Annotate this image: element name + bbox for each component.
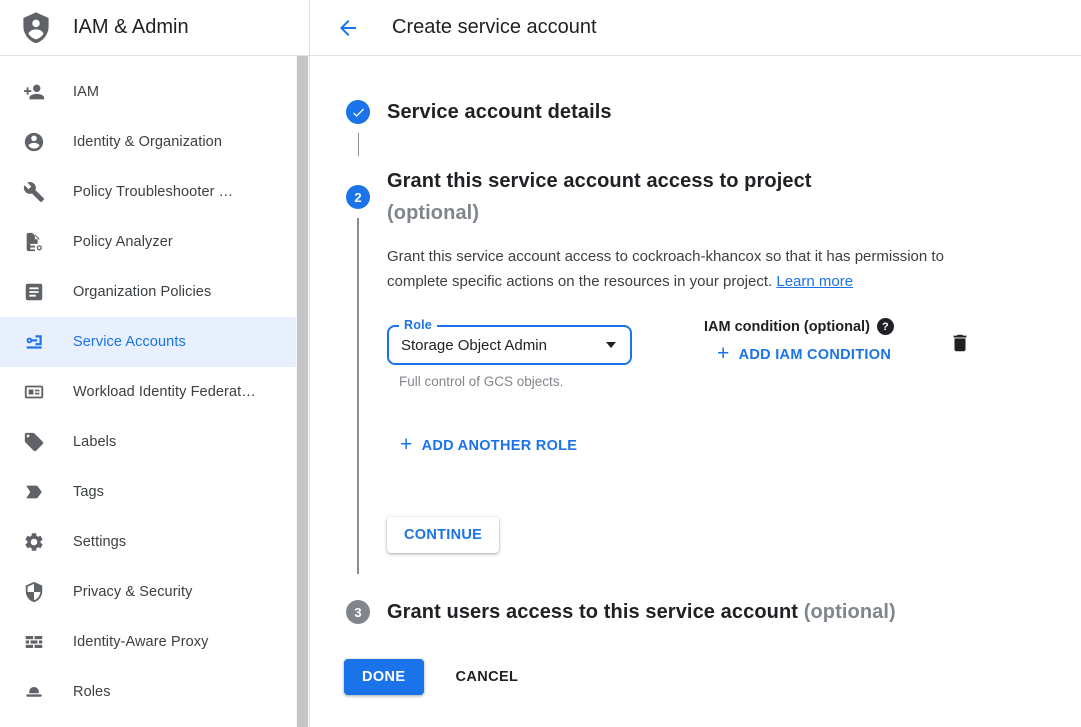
sidebar-item-label: Policy Analyzer: [73, 234, 173, 250]
sidebar-item-iam[interactable]: IAM: [0, 67, 297, 117]
service-account-key-icon: [23, 331, 45, 353]
step-2-number-badge: 2: [346, 185, 370, 209]
account-circle-icon: [23, 131, 45, 153]
step-1-service-account-details: Service account details: [346, 100, 1081, 124]
iam-condition-block: IAM condition (optional) ? + ADD IAM CON…: [704, 318, 894, 389]
wrench-icon: [23, 181, 45, 203]
iam-condition-label: IAM condition (optional): [704, 319, 870, 335]
sidebar-item-roles[interactable]: Roles: [0, 667, 297, 717]
role-select-label: Role: [399, 318, 437, 332]
step-2-description: Grant this service account access to coc…: [387, 244, 981, 294]
tag-arrow-icon: [23, 481, 45, 503]
sidebar-item-label: Roles: [73, 684, 111, 700]
sidebar-item-settings[interactable]: Settings: [0, 517, 297, 567]
back-arrow-icon[interactable]: [336, 16, 360, 40]
sidebar-item-service-accounts[interactable]: Service Accounts: [0, 317, 297, 367]
policy-analyzer-icon: [23, 231, 45, 253]
role-helper-text: Full control of GCS objects.: [387, 374, 632, 389]
step-2-optional-label: (optional): [387, 197, 981, 229]
sidebar-item-label: IAM: [73, 84, 99, 100]
delete-role-trash-icon[interactable]: [949, 332, 973, 356]
label-tag-icon: [23, 431, 45, 453]
person-add-icon: [23, 81, 45, 103]
role-field-group: Role Storage Object Admin Full control o…: [387, 325, 632, 389]
step-connector-line: [357, 218, 359, 574]
step-2-heading: Grant this service account access to pro…: [387, 165, 981, 229]
sidebar-item-label: Settings: [73, 534, 126, 550]
sidebar-item-label: Policy Troubleshooter …: [73, 184, 233, 200]
sidebar-item-label: Organization Policies: [73, 284, 211, 300]
sidebar-item-tags[interactable]: Tags: [0, 467, 297, 517]
hat-icon: [23, 681, 45, 703]
sidebar-item-identity-organization[interactable]: Identity & Organization: [0, 117, 297, 167]
top-app-bar: IAM & Admin Create service account: [0, 0, 1081, 56]
plus-icon: +: [400, 434, 413, 455]
role-select-value: Storage Object Admin: [401, 337, 547, 354]
iam-admin-shield-logo-icon: [17, 8, 54, 48]
product-header: IAM & Admin: [0, 0, 310, 55]
page-title: Create service account: [392, 16, 597, 39]
step-3-number-badge: 3: [346, 600, 370, 624]
sidebar-item-labels[interactable]: Labels: [0, 417, 297, 467]
sidebar-scrollbar-thumb[interactable]: [297, 56, 308, 727]
sidebar-item-privacy-security[interactable]: Privacy & Security: [0, 567, 297, 617]
proxy-wall-icon: [23, 631, 45, 653]
step-1-title: Service account details: [387, 101, 612, 124]
step-connector-line: [358, 133, 360, 156]
shield-half-icon: [23, 581, 45, 603]
footer-actions: DONE CANCEL: [344, 659, 1081, 695]
step-2-grant-access: 2 Grant this service account access to p…: [346, 165, 1081, 574]
badge-card-icon: [23, 381, 45, 403]
sidebar-item-label: Tags: [73, 484, 104, 500]
org-policies-icon: [23, 281, 45, 303]
add-another-role-button[interactable]: + ADD ANOTHER ROLE: [400, 435, 981, 456]
add-iam-condition-label: ADD IAM CONDITION: [739, 347, 892, 363]
sidebar-item-label: Labels: [73, 434, 116, 450]
sidebar-item-label: Identity-Aware Proxy: [73, 634, 209, 650]
page-header: Create service account: [310, 0, 597, 55]
done-button[interactable]: DONE: [344, 659, 424, 695]
continue-button[interactable]: CONTINUE: [387, 517, 499, 553]
step-1-completed-check-icon: [346, 100, 370, 124]
sidebar-item-label: Service Accounts: [73, 334, 186, 350]
help-icon[interactable]: ?: [877, 318, 894, 335]
role-select[interactable]: Role Storage Object Admin: [387, 325, 632, 365]
sidebar-scrollbar: [296, 56, 309, 727]
add-iam-condition-button[interactable]: + ADD IAM CONDITION: [717, 344, 894, 365]
step-3-grant-users-access: 3 Grant users access to this service acc…: [346, 600, 1081, 624]
step-2-marker: 2: [346, 165, 370, 574]
sidebar-item-workload-identity-federation[interactable]: Workload Identity Federat…: [0, 367, 297, 417]
step-3-optional-label: (optional): [804, 601, 896, 623]
sidebar-item-label: Privacy & Security: [73, 584, 192, 600]
sidebar-nav: IAM Identity & Organization Policy Trouble…: [0, 56, 310, 727]
gear-icon: [23, 531, 45, 553]
sidebar-item-policy-analyzer[interactable]: Policy Analyzer: [0, 217, 297, 267]
main-content: Service account details 2 Grant this ser…: [310, 56, 1081, 727]
dropdown-arrow-icon: [606, 342, 616, 348]
product-title: IAM & Admin: [73, 16, 189, 39]
step-3-title: Grant users access to this service accou…: [387, 601, 896, 624]
sidebar-item-organization-policies[interactable]: Organization Policies: [0, 267, 297, 317]
sidebar-item-label: Identity & Organization: [73, 134, 222, 150]
add-another-role-label: ADD ANOTHER ROLE: [422, 438, 578, 454]
step-2-description-text: Grant this service account access to coc…: [387, 248, 944, 290]
cancel-button[interactable]: CANCEL: [456, 659, 519, 695]
role-row: Role Storage Object Admin Full control o…: [387, 325, 973, 389]
sidebar-item-policy-troubleshooter[interactable]: Policy Troubleshooter …: [0, 167, 297, 217]
step-2-title: Grant this service account access to pro…: [387, 165, 981, 197]
step-3-title-text: Grant users access to this service accou…: [387, 601, 798, 623]
sidebar-item-label: Workload Identity Federat…: [73, 384, 256, 400]
plus-icon: +: [717, 343, 730, 364]
learn-more-link[interactable]: Learn more: [776, 273, 853, 290]
sidebar-item-identity-aware-proxy[interactable]: Identity-Aware Proxy: [0, 617, 297, 667]
